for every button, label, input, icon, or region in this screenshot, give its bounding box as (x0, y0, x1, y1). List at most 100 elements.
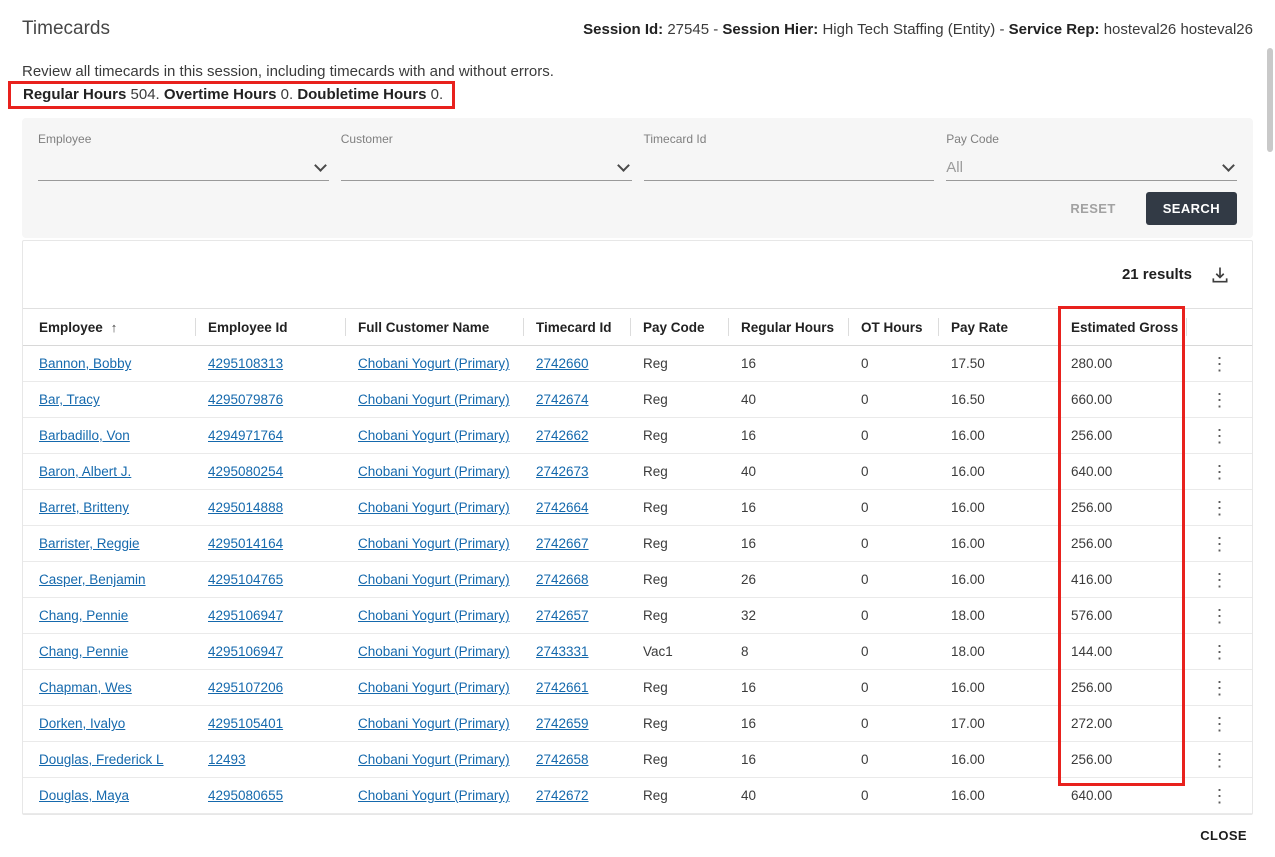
regular-hours-cell: 16 (741, 356, 757, 371)
customer-link[interactable]: Chobani Yogurt (Primary) (358, 356, 510, 371)
row-menu-icon[interactable]: ⋮ (1203, 533, 1237, 555)
employee-link[interactable]: Douglas, Frederick L (39, 752, 164, 767)
estimated-gross-cell: 576.00 (1071, 608, 1113, 623)
column-header-regular-hours[interactable]: Regular Hours (729, 308, 849, 346)
customer-link[interactable]: Chobani Yogurt (Primary) (358, 536, 510, 551)
column-header-actions (1187, 308, 1252, 346)
download-icon[interactable] (1210, 265, 1230, 285)
employee-id-link[interactable]: 4295080655 (208, 788, 283, 803)
timecard-id-input[interactable] (643, 155, 935, 181)
employee-id-link[interactable]: 4295107206 (208, 680, 283, 695)
employee-link[interactable]: Barrister, Reggie (39, 536, 140, 551)
regular-hours-cell: 16 (741, 716, 757, 731)
session-id-value: 27545 (667, 21, 710, 38)
column-header-pay-rate[interactable]: Pay Rate (939, 308, 1059, 346)
timecard-id-link[interactable]: 2743331 (536, 644, 589, 659)
timecard-id-link[interactable]: 2742658 (536, 752, 589, 767)
sort-ascending-icon: ↑ (110, 319, 118, 335)
customer-link[interactable]: Chobani Yogurt (Primary) (358, 428, 510, 443)
row-menu-icon[interactable]: ⋮ (1203, 677, 1237, 699)
table-row: Chang, Pennie 4295106947 Chobani Yogurt … (23, 633, 1252, 670)
search-button[interactable]: SEARCH (1145, 192, 1237, 225)
row-menu-icon[interactable]: ⋮ (1203, 785, 1237, 807)
customer-link[interactable]: Chobani Yogurt (Primary) (358, 716, 510, 731)
customer-link[interactable]: Chobani Yogurt (Primary) (358, 464, 510, 479)
employee-id-link[interactable]: 4295108313 (208, 356, 283, 371)
employee-link[interactable]: Chang, Pennie (39, 644, 128, 659)
row-menu-icon[interactable]: ⋮ (1203, 425, 1237, 447)
customer-link[interactable]: Chobani Yogurt (Primary) (358, 572, 510, 587)
reset-button[interactable]: RESET (1064, 200, 1121, 217)
pay-code-cell: Reg (643, 356, 668, 371)
employee-id-link[interactable]: 4295080254 (208, 464, 283, 479)
customer-link[interactable]: Chobani Yogurt (Primary) (358, 752, 510, 767)
employee-link[interactable]: Douglas, Maya (39, 788, 129, 803)
row-menu-icon[interactable]: ⋮ (1203, 641, 1237, 663)
employee-id-link[interactable]: 4295079876 (208, 392, 283, 407)
timecard-id-link[interactable]: 2742668 (536, 572, 589, 587)
timecard-id-link[interactable]: 2742661 (536, 680, 589, 695)
row-menu-icon[interactable]: ⋮ (1203, 569, 1237, 591)
row-menu-icon[interactable]: ⋮ (1203, 353, 1237, 375)
employee-id-link[interactable]: 4295106947 (208, 608, 283, 623)
timecard-id-link[interactable]: 2742664 (536, 500, 589, 515)
timecard-id-link[interactable]: 2742667 (536, 536, 589, 551)
employee-id-link[interactable]: 4295014164 (208, 536, 283, 551)
pay-rate-cell: 18.00 (951, 644, 985, 659)
column-header-ot-hours[interactable]: OT Hours (849, 308, 939, 346)
overtime-hours-value: 0. (280, 86, 294, 103)
employee-id-link[interactable]: 4295105401 (208, 716, 283, 731)
employee-id-link[interactable]: 4295106947 (208, 644, 283, 659)
estimated-gross-cell: 660.00 (1071, 392, 1113, 407)
vertical-scrollbar-thumb[interactable] (1267, 48, 1273, 152)
pay-code-filter-select[interactable]: All (946, 155, 1237, 181)
employee-link[interactable]: Baron, Albert J. (39, 464, 131, 479)
pay-rate-cell: 16.50 (951, 392, 985, 407)
customer-filter-select[interactable] (340, 155, 632, 181)
customer-link[interactable]: Chobani Yogurt (Primary) (358, 608, 510, 623)
row-menu-icon[interactable]: ⋮ (1203, 461, 1237, 483)
employee-link[interactable]: Chapman, Wes (39, 680, 132, 695)
row-menu-icon[interactable]: ⋮ (1203, 497, 1237, 519)
employee-id-link[interactable]: 4295014888 (208, 500, 283, 515)
timecard-id-link[interactable]: 2742659 (536, 716, 589, 731)
estimated-gross-cell: 640.00 (1071, 464, 1113, 479)
customer-link[interactable]: Chobani Yogurt (Primary) (358, 392, 510, 407)
column-header-pay-code[interactable]: Pay Code (631, 308, 729, 346)
employee-filter-select[interactable] (38, 155, 329, 181)
row-menu-icon[interactable]: ⋮ (1203, 605, 1237, 627)
regular-hours-value: 504. (130, 86, 160, 103)
row-menu-icon[interactable]: ⋮ (1203, 713, 1237, 735)
pay-code-cell: Reg (643, 500, 668, 515)
employee-link[interactable]: Dorken, Ivalyo (39, 716, 125, 731)
timecard-id-link[interactable]: 2742672 (536, 788, 589, 803)
customer-link[interactable]: Chobani Yogurt (Primary) (358, 680, 510, 695)
column-header-timecard-id[interactable]: Timecard Id (524, 308, 631, 346)
timecard-id-link[interactable]: 2742673 (536, 464, 589, 479)
employee-link[interactable]: Bannon, Bobby (39, 356, 131, 371)
service-rep-label: Service Rep: (1008, 21, 1100, 38)
column-header-employee-id[interactable]: Employee Id (196, 308, 346, 346)
employee-id-link[interactable]: 4294971764 (208, 428, 283, 443)
column-header-employee[interactable]: Employee ↑ (23, 308, 196, 346)
close-button[interactable]: CLOSE (1194, 827, 1253, 844)
employee-link[interactable]: Barbadillo, Von (39, 428, 130, 443)
customer-link[interactable]: Chobani Yogurt (Primary) (358, 788, 510, 803)
employee-id-link[interactable]: 12493 (208, 752, 246, 767)
column-header-full-customer-name[interactable]: Full Customer Name (346, 308, 524, 346)
employee-link[interactable]: Barret, Britteny (39, 500, 129, 515)
ot-hours-cell: 0 (861, 536, 869, 551)
row-menu-icon[interactable]: ⋮ (1203, 749, 1237, 771)
employee-link[interactable]: Chang, Pennie (39, 608, 128, 623)
employee-link[interactable]: Casper, Benjamin (39, 572, 146, 587)
employee-id-link[interactable]: 4295104765 (208, 572, 283, 587)
row-menu-icon[interactable]: ⋮ (1203, 389, 1237, 411)
timecard-id-link[interactable]: 2742657 (536, 608, 589, 623)
customer-link[interactable]: Chobani Yogurt (Primary) (358, 500, 510, 515)
timecard-id-link[interactable]: 2742662 (536, 428, 589, 443)
timecard-id-link[interactable]: 2742674 (536, 392, 589, 407)
column-header-estimated-gross[interactable]: Estimated Gross (1059, 308, 1187, 346)
timecard-id-link[interactable]: 2742660 (536, 356, 589, 371)
customer-link[interactable]: Chobani Yogurt (Primary) (358, 644, 510, 659)
employee-link[interactable]: Bar, Tracy (39, 392, 100, 407)
